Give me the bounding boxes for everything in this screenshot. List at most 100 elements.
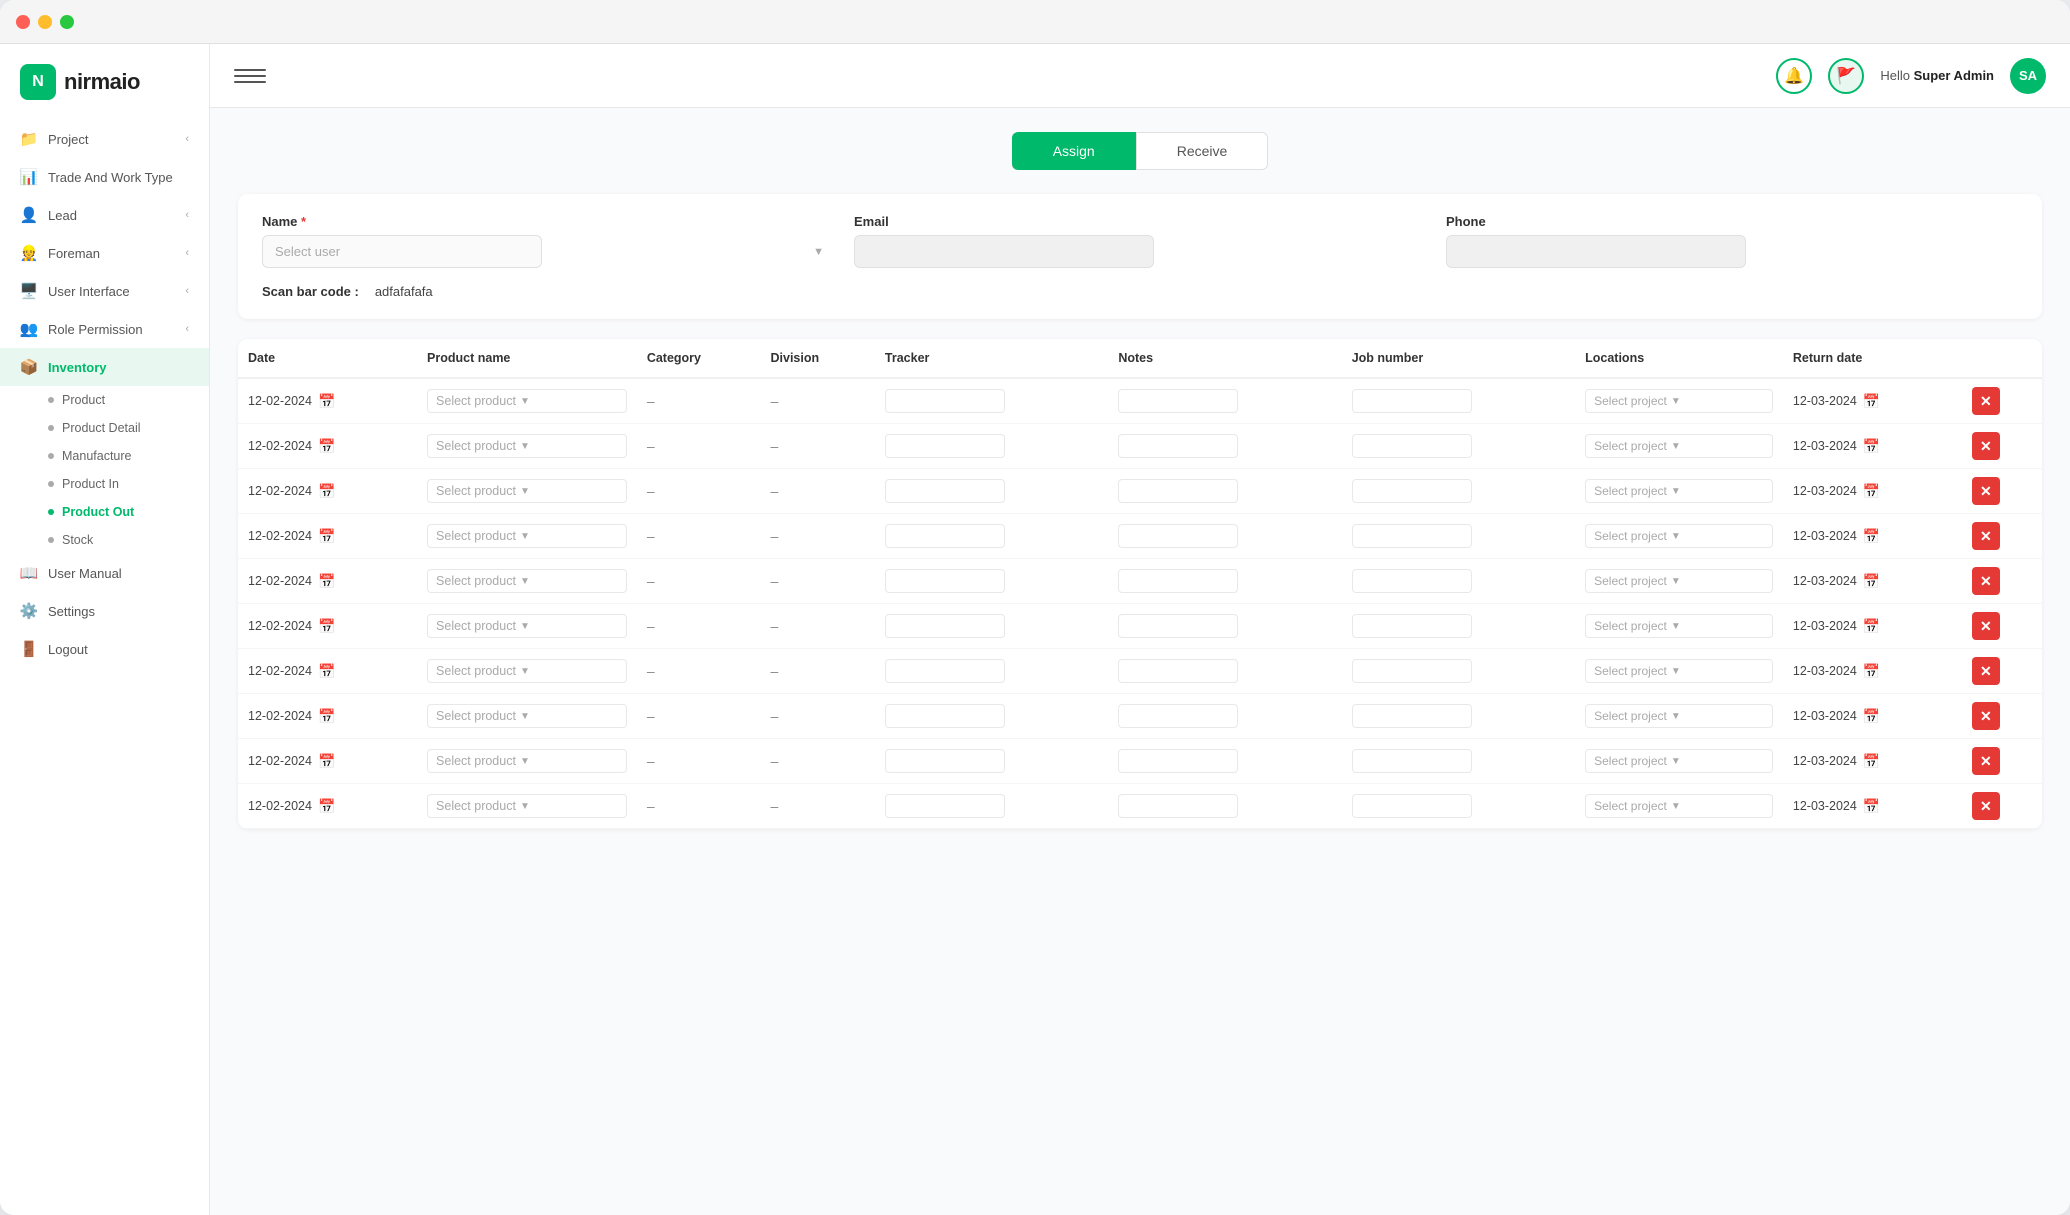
job-number-input[interactable] xyxy=(1352,524,1472,548)
tracker-input[interactable] xyxy=(885,524,1005,548)
product-select[interactable]: Select product ▼ xyxy=(427,614,627,638)
delete-row-button[interactable]: ✕ xyxy=(1972,612,2000,640)
tab-receive[interactable]: Receive xyxy=(1136,132,1269,170)
project-select[interactable]: Select project ▼ xyxy=(1585,569,1773,593)
notes-input[interactable] xyxy=(1118,479,1238,503)
project-select[interactable]: Select project ▼ xyxy=(1585,434,1773,458)
tracker-input[interactable] xyxy=(885,479,1005,503)
delete-row-button[interactable]: ✕ xyxy=(1972,747,2000,775)
project-select[interactable]: Select project ▼ xyxy=(1585,614,1773,638)
notification-btn[interactable]: 🔔 xyxy=(1776,58,1812,94)
hamburger-menu[interactable] xyxy=(234,60,266,92)
tab-assign[interactable]: Assign xyxy=(1012,132,1136,170)
calendar-return-icon[interactable]: 📅 xyxy=(1863,573,1880,590)
sidebar-item-user-interface[interactable]: 🖥️ User Interface ‹ xyxy=(0,272,209,310)
delete-row-button[interactable]: ✕ xyxy=(1972,567,2000,595)
job-number-input[interactable] xyxy=(1352,659,1472,683)
notes-input[interactable] xyxy=(1118,434,1238,458)
tracker-input[interactable] xyxy=(885,389,1005,413)
tracker-input[interactable] xyxy=(885,614,1005,638)
name-select[interactable]: Select user xyxy=(262,235,542,268)
notes-input[interactable] xyxy=(1118,794,1238,818)
calendar-icon[interactable]: 📅 xyxy=(318,528,335,545)
notes-input[interactable] xyxy=(1118,614,1238,638)
product-select[interactable]: Select product ▼ xyxy=(427,569,627,593)
sidebar-item-lead[interactable]: 👤 Lead ‹ xyxy=(0,196,209,234)
product-select[interactable]: Select product ▼ xyxy=(427,389,627,413)
subnav-manufacture[interactable]: Manufacture xyxy=(36,442,209,470)
calendar-icon[interactable]: 📅 xyxy=(318,573,335,590)
notes-input[interactable] xyxy=(1118,704,1238,728)
calendar-return-icon[interactable]: 📅 xyxy=(1863,528,1880,545)
project-select[interactable]: Select project ▼ xyxy=(1585,479,1773,503)
project-select[interactable]: Select project ▼ xyxy=(1585,749,1773,773)
tracker-input[interactable] xyxy=(885,794,1005,818)
tracker-input[interactable] xyxy=(885,749,1005,773)
delete-row-button[interactable]: ✕ xyxy=(1972,477,2000,505)
calendar-return-icon[interactable]: 📅 xyxy=(1863,483,1880,500)
sidebar-item-settings[interactable]: ⚙️ Settings xyxy=(0,592,209,630)
calendar-return-icon[interactable]: 📅 xyxy=(1863,438,1880,455)
calendar-return-icon[interactable]: 📅 xyxy=(1863,393,1880,410)
notes-input[interactable] xyxy=(1118,749,1238,773)
calendar-icon[interactable]: 📅 xyxy=(318,483,335,500)
notes-input[interactable] xyxy=(1118,659,1238,683)
product-select[interactable]: Select product ▼ xyxy=(427,749,627,773)
calendar-icon[interactable]: 📅 xyxy=(318,438,335,455)
subnav-product-in[interactable]: Product In xyxy=(36,470,209,498)
sidebar-item-logout[interactable]: 🚪 Logout xyxy=(0,630,209,668)
subnav-product-out[interactable]: Product Out xyxy=(36,498,209,526)
sidebar-item-foreman[interactable]: 👷 Foreman ‹ xyxy=(0,234,209,272)
flag-btn[interactable]: 🚩 xyxy=(1828,58,1864,94)
close-btn[interactable] xyxy=(16,15,30,29)
job-number-input[interactable] xyxy=(1352,794,1472,818)
calendar-return-icon[interactable]: 📅 xyxy=(1863,708,1880,725)
job-number-input[interactable] xyxy=(1352,389,1472,413)
project-select[interactable]: Select project ▼ xyxy=(1585,794,1773,818)
product-select[interactable]: Select product ▼ xyxy=(427,659,627,683)
product-select[interactable]: Select product ▼ xyxy=(427,794,627,818)
calendar-icon[interactable]: 📅 xyxy=(318,618,335,635)
sidebar-item-project[interactable]: 📁 Project ‹ xyxy=(0,120,209,158)
calendar-return-icon[interactable]: 📅 xyxy=(1863,663,1880,680)
subnav-stock[interactable]: Stock xyxy=(36,526,209,554)
calendar-icon[interactable]: 📅 xyxy=(318,393,335,410)
job-number-input[interactable] xyxy=(1352,569,1472,593)
email-input[interactable] xyxy=(854,235,1154,268)
delete-row-button[interactable]: ✕ xyxy=(1972,702,2000,730)
subnav-product[interactable]: Product xyxy=(36,386,209,414)
project-select[interactable]: Select project ▼ xyxy=(1585,389,1773,413)
notes-input[interactable] xyxy=(1118,569,1238,593)
product-select[interactable]: Select product ▼ xyxy=(427,524,627,548)
sidebar-item-trade[interactable]: 📊 Trade And Work Type xyxy=(0,158,209,196)
delete-row-button[interactable]: ✕ xyxy=(1972,522,2000,550)
project-select[interactable]: Select project ▼ xyxy=(1585,704,1773,728)
notes-input[interactable] xyxy=(1118,524,1238,548)
tracker-input[interactable] xyxy=(885,434,1005,458)
delete-row-button[interactable]: ✕ xyxy=(1972,387,2000,415)
tracker-input[interactable] xyxy=(885,569,1005,593)
subnav-product-detail[interactable]: Product Detail xyxy=(36,414,209,442)
phone-input[interactable] xyxy=(1446,235,1746,268)
sidebar-item-inventory[interactable]: 📦 Inventory xyxy=(0,348,209,386)
notes-input[interactable] xyxy=(1118,389,1238,413)
job-number-input[interactable] xyxy=(1352,434,1472,458)
job-number-input[interactable] xyxy=(1352,614,1472,638)
delete-row-button[interactable]: ✕ xyxy=(1972,432,2000,460)
job-number-input[interactable] xyxy=(1352,479,1472,503)
maximize-btn[interactable] xyxy=(60,15,74,29)
calendar-icon[interactable]: 📅 xyxy=(318,753,335,770)
calendar-icon[interactable]: 📅 xyxy=(318,663,335,680)
calendar-icon[interactable]: 📅 xyxy=(318,798,335,815)
calendar-return-icon[interactable]: 📅 xyxy=(1863,753,1880,770)
project-select[interactable]: Select project ▼ xyxy=(1585,524,1773,548)
tracker-input[interactable] xyxy=(885,659,1005,683)
job-number-input[interactable] xyxy=(1352,749,1472,773)
calendar-return-icon[interactable]: 📅 xyxy=(1863,618,1880,635)
calendar-icon[interactable]: 📅 xyxy=(318,708,335,725)
project-select[interactable]: Select project ▼ xyxy=(1585,659,1773,683)
sidebar-item-user-manual[interactable]: 📖 User Manual xyxy=(0,554,209,592)
delete-row-button[interactable]: ✕ xyxy=(1972,657,2000,685)
product-select[interactable]: Select product ▼ xyxy=(427,479,627,503)
minimize-btn[interactable] xyxy=(38,15,52,29)
